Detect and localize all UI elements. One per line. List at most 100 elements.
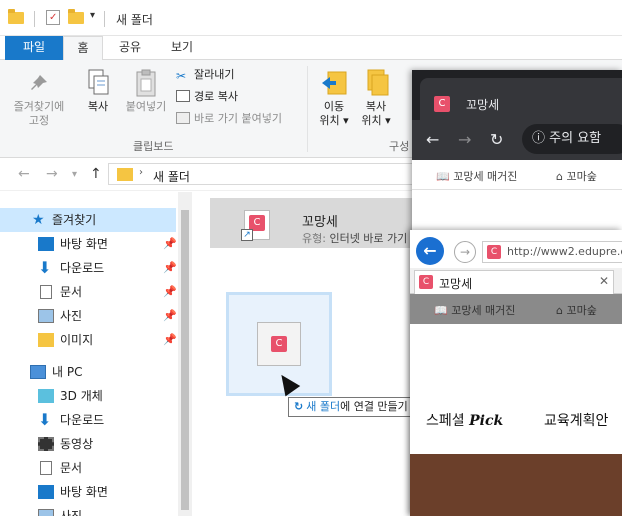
pin-icon: 📌: [163, 333, 177, 346]
title-bar: ✓ ▾ 새 폴더: [0, 0, 622, 36]
paste-shortcut-button[interactable]: 바로 가기 붙여넣기: [176, 110, 282, 128]
file-type: 유형: 인터넷 바로 가기: [302, 232, 408, 245]
sidebar-item-videos[interactable]: 동영상: [0, 432, 176, 456]
category-special-pick[interactable]: 스페셜 Pick: [426, 410, 503, 430]
tab-view[interactable]: 보기: [160, 36, 204, 60]
drag-tooltip: ↻ 새 폴더에 연결 만들기: [288, 397, 414, 417]
favicon-icon: C: [434, 96, 450, 112]
sidebar-item-pc-documents[interactable]: 문서: [0, 456, 176, 480]
ie-browser-window: ← → C http://www2.edupre.co.kr C 꼬망세 ✕ 📖…: [410, 230, 622, 516]
sidebar-item-desktop[interactable]: 바탕 화면 📌: [0, 232, 177, 256]
sidebar-item-documents[interactable]: 문서 📌: [0, 280, 177, 304]
recent-locations-icon[interactable]: ▾: [72, 169, 77, 180]
chrome-tab[interactable]: C 꼬망세: [420, 78, 622, 120]
3d-objects-icon: [38, 389, 54, 403]
internet-shortcut-icon: C ↗: [241, 210, 270, 241]
sidebar-item-quick-access[interactable]: ★ 즐겨찾기: [0, 208, 176, 232]
customize-toolbar-icon[interactable]: ▾: [90, 10, 95, 21]
star-icon: ★: [32, 212, 45, 228]
copy-path-button[interactable]: 경로 복사: [176, 88, 238, 106]
reload-icon[interactable]: ↻: [490, 130, 503, 149]
navigation-pane: ★ 즐겨찾기 바탕 화면 📌 ⬇ 다운로드 📌 문서 📌 사진 📌 이미지 📌: [0, 192, 192, 516]
ie-tab[interactable]: C 꼬망세 ✕: [414, 270, 614, 294]
copy-icon: [88, 69, 109, 95]
back-arrow-icon[interactable]: ←: [18, 166, 30, 182]
link-arrow-icon: ↻: [294, 400, 304, 413]
chrome-tab-strip: C 꼬망세: [412, 70, 622, 120]
tab-share[interactable]: 공유: [108, 36, 152, 60]
up-arrow-icon[interactable]: ↑: [90, 166, 102, 182]
sidebar-item-pc-downloads[interactable]: ⬇ 다운로드: [0, 408, 176, 432]
ie-address-field[interactable]: C http://www2.edupre.co.kr: [482, 241, 622, 263]
download-icon: ⬇: [38, 258, 52, 277]
forward-arrow-icon[interactable]: →: [46, 166, 58, 182]
folder-icon: [8, 9, 24, 24]
move-to-icon: [322, 71, 347, 95]
sidebar-scrollbar[interactable]: [178, 192, 192, 516]
copy-to-button[interactable]: 복사 위치 ▾: [356, 68, 396, 128]
copy-path-icon: [176, 90, 190, 102]
bookmark-magazine[interactable]: 📖 꼬망세 매거진: [436, 168, 517, 184]
close-icon[interactable]: ✕: [599, 274, 609, 288]
sidebar-item-3d-objects[interactable]: 3D 개체: [0, 384, 176, 408]
favicon-icon: C: [419, 275, 433, 289]
pin-icon: 📌: [163, 309, 177, 322]
forward-arrow-icon[interactable]: →: [458, 130, 471, 149]
scissors-icon: ✂: [176, 69, 187, 83]
sidebar-item-images[interactable]: 이미지 📌: [0, 328, 177, 352]
address-path: 새 폴더: [153, 170, 190, 184]
scrollbar-thumb[interactable]: [181, 210, 189, 510]
ie-bookmarks-strip: 📖 꼬망세 매거진 ⌂ 꼬마숲: [410, 294, 622, 324]
folder-icon: [117, 168, 133, 181]
ie-page-content: 📖 꼬망세 매거진 ⌂ 꼬마숲 스페셜 Pick 교육계획안: [410, 294, 622, 516]
pictures-icon: [38, 509, 54, 516]
properties-icon[interactable]: ✓: [46, 10, 60, 25]
back-arrow-icon[interactable]: ←: [416, 237, 444, 265]
pictures-icon: [38, 309, 54, 323]
info-icon: ⓘ: [532, 131, 546, 146]
favicon-icon: C: [487, 245, 501, 259]
move-to-button[interactable]: 이동 위치 ▾: [314, 68, 354, 128]
sidebar-item-pc-desktop[interactable]: 바탕 화면: [0, 480, 176, 504]
pin-to-quick-access-button[interactable]: 즐겨찾기에 고정: [8, 72, 70, 128]
sidebar-item-pictures[interactable]: 사진 📌: [0, 304, 177, 328]
address-field[interactable]: › 새 폴더: [108, 163, 428, 185]
forward-arrow-icon[interactable]: →: [454, 241, 476, 263]
desktop-icon: [38, 485, 54, 499]
paste-shortcut-icon: [176, 112, 190, 124]
paste-icon: [136, 69, 156, 97]
cut-button[interactable]: ✂ 잘라내기: [176, 66, 234, 84]
tab-home[interactable]: 홈: [63, 36, 103, 61]
category-lesson-plan[interactable]: 교육계획안: [544, 410, 608, 430]
bookmarks-bar: 📖 꼬망세 매거진 ⌂ 꼬마숲: [412, 160, 622, 190]
bookmark-forest[interactable]: ⌂ 꼬마숲: [556, 302, 597, 318]
copy-to-icon: [367, 69, 389, 96]
computer-icon: [30, 365, 46, 379]
ie-navigation-bar: ← → C http://www2.edupre.co.kr: [410, 230, 622, 268]
bookmark-magazine[interactable]: 📖 꼬망세 매거진: [434, 302, 515, 318]
ie-banner: [410, 454, 622, 516]
organize-group-label: 구성: [389, 140, 410, 153]
copy-button[interactable]: 복사: [78, 68, 118, 114]
sidebar-item-this-pc[interactable]: 내 PC: [0, 360, 176, 384]
ie-tab-row: C 꼬망세 ✕: [410, 268, 622, 294]
folder-icon: [38, 333, 54, 347]
paste-button[interactable]: 붙여넣기: [120, 68, 172, 114]
pin-icon: 📌: [163, 261, 177, 274]
bookmark-forest[interactable]: ⌂ 꼬마숲: [556, 168, 597, 184]
tab-file[interactable]: 파일: [5, 36, 63, 60]
favicon-icon: C: [271, 336, 287, 352]
omnibox[interactable]: ⓘ 주의 요함: [522, 124, 622, 154]
chrome-toolbar: ← → ↻ ⓘ 주의 요함: [412, 120, 622, 160]
window-title: 새 폴더: [116, 13, 153, 27]
separator: [104, 11, 105, 27]
separator: [34, 11, 35, 27]
file-item-shortcut[interactable]: C ↗ 꼬망세 유형: 인터넷 바로 가기: [210, 198, 420, 248]
sidebar-item-downloads[interactable]: ⬇ 다운로드 📌: [0, 256, 177, 280]
back-arrow-icon[interactable]: ←: [426, 130, 439, 149]
chevron-right-icon[interactable]: ›: [139, 167, 143, 178]
video-icon: [38, 437, 54, 451]
file-name: 꼬망세: [302, 215, 338, 230]
sidebar-item-pc-pictures[interactable]: 사진: [0, 504, 176, 516]
new-folder-icon[interactable]: [68, 9, 84, 24]
